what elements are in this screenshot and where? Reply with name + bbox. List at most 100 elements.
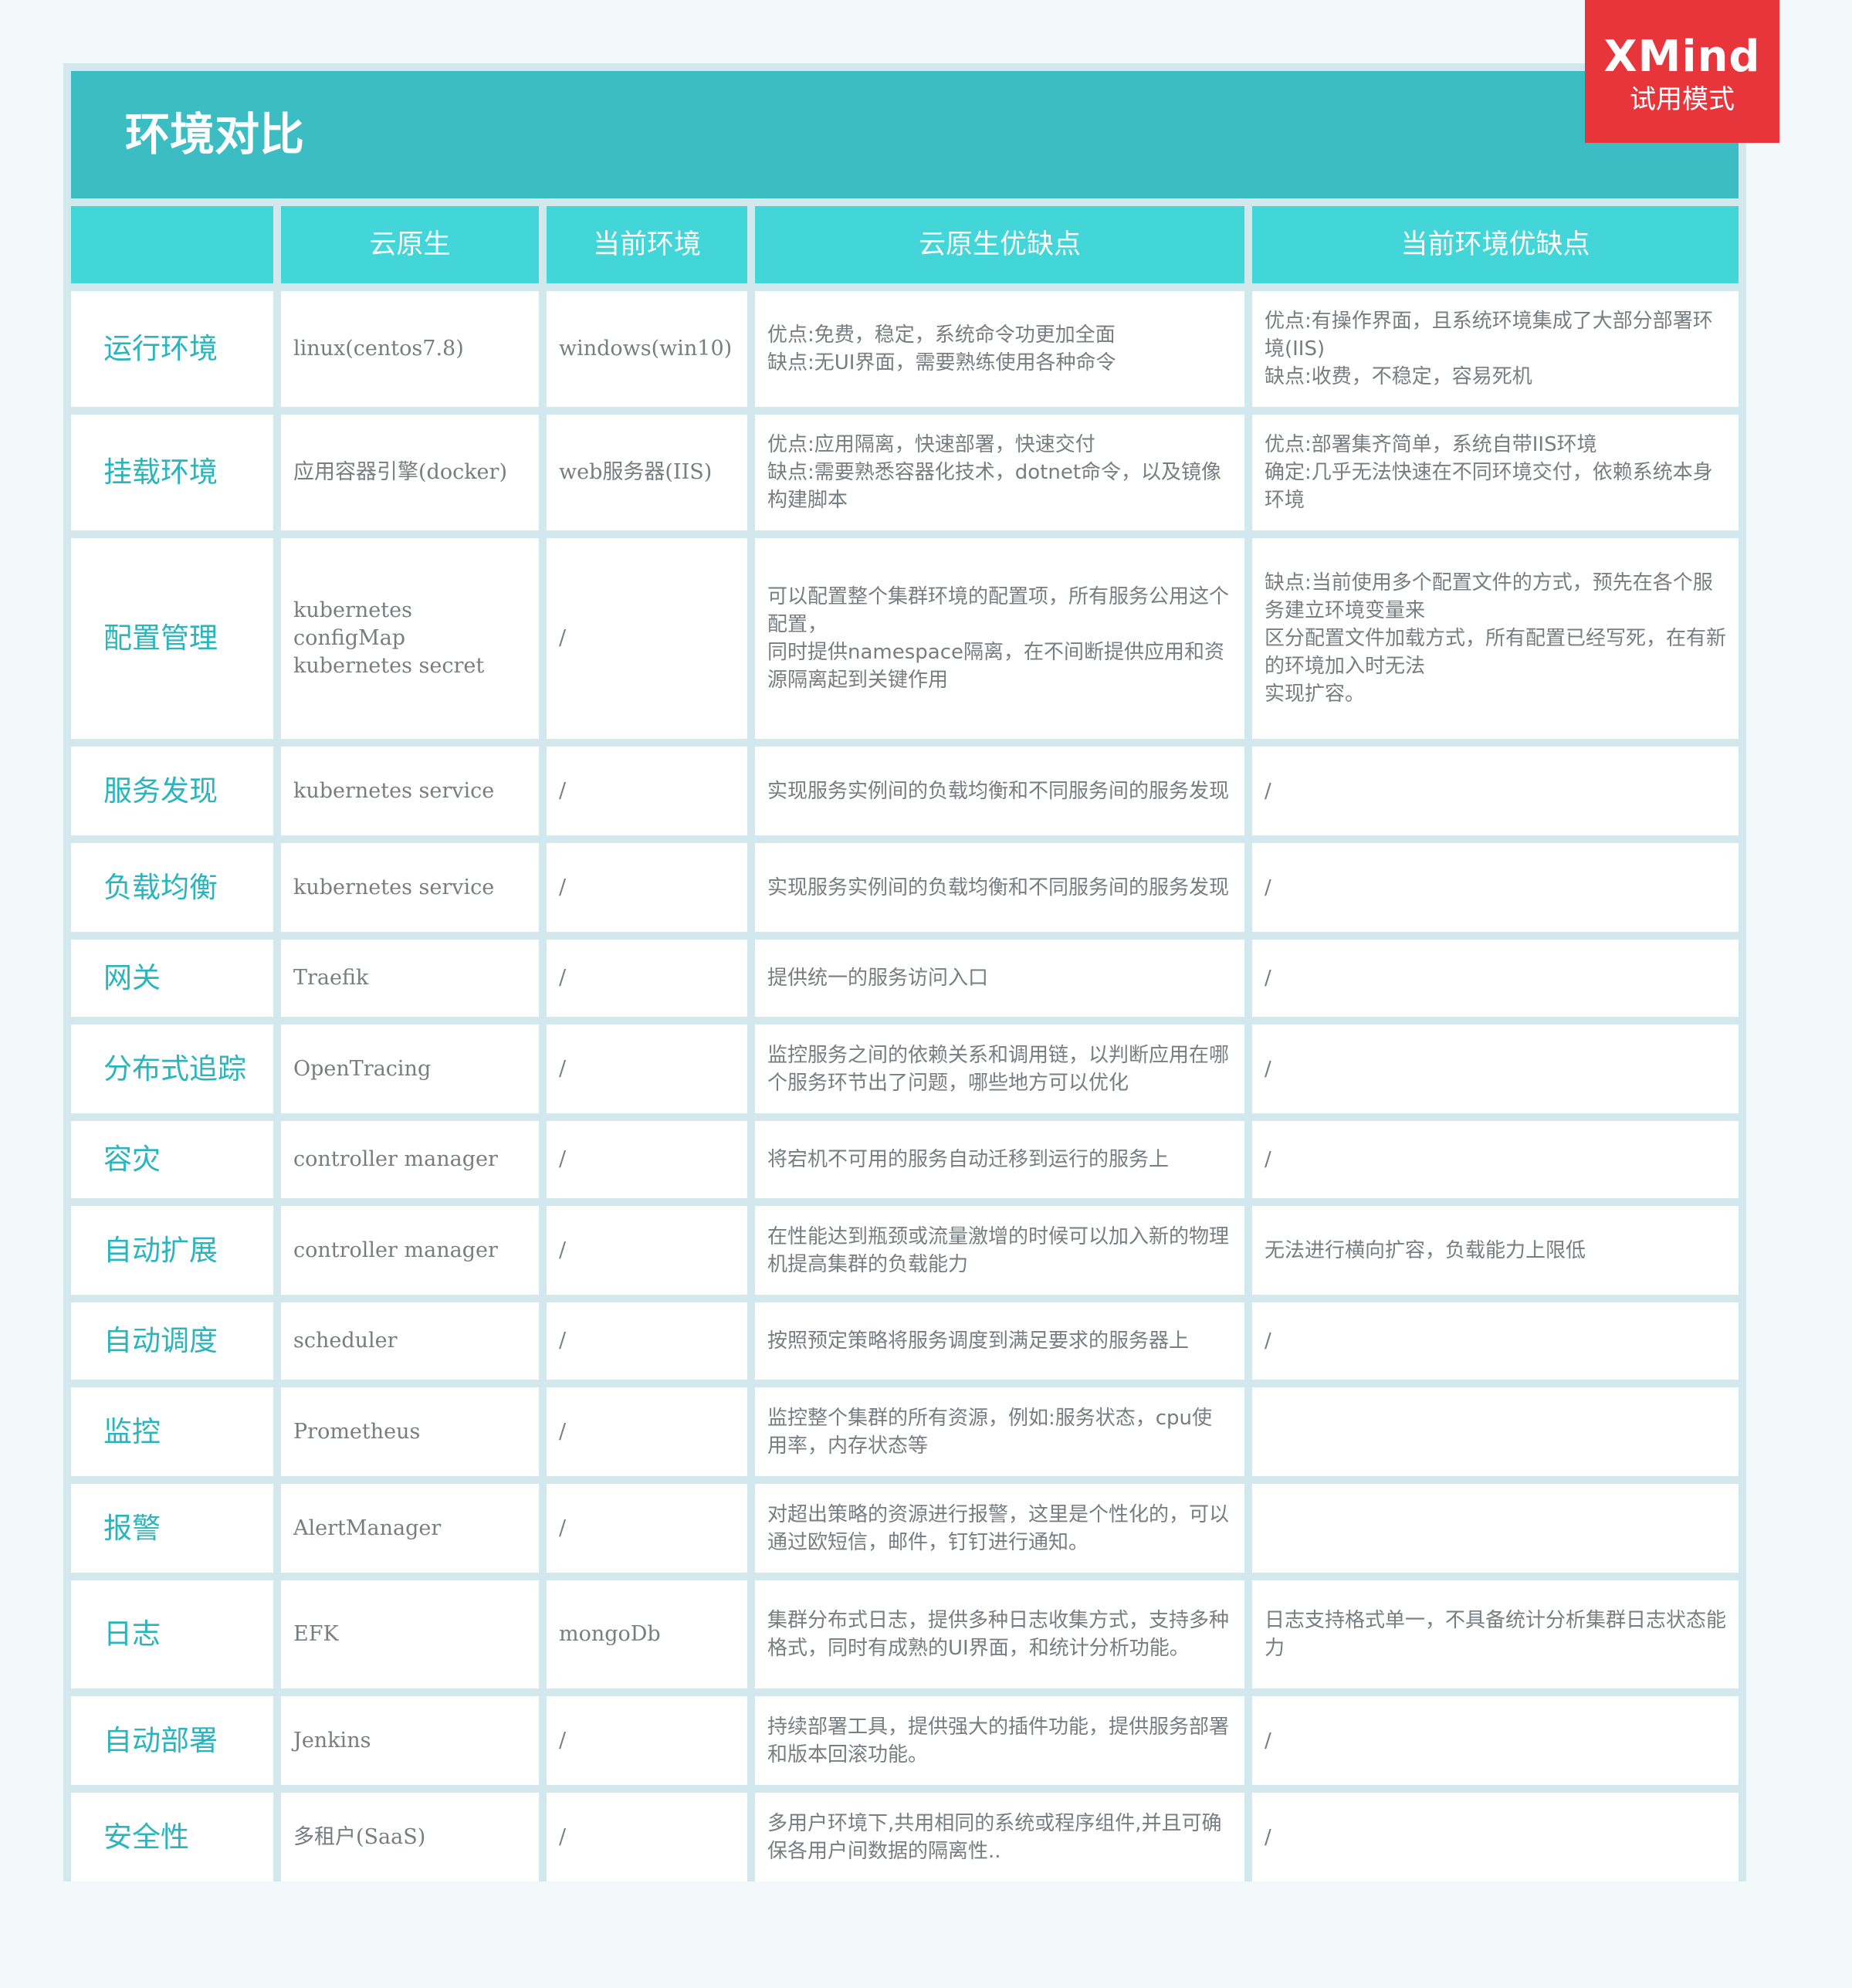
cell-text: 监控服务之间的依赖关系和调用链，以判断应用在哪个服务环节出了问题，哪些地方可以优… — [767, 1043, 1230, 1095]
current-env-cell: / — [547, 1206, 747, 1295]
current-env-pros-cons-cell — [1252, 1387, 1739, 1476]
current-env-cell: windows(win10) — [547, 291, 747, 407]
cloud-native-pros-cons-cell: 优点:免费，稳定，系统命令功更加全面 缺点:无UI界面，需要熟练使用各种命令 — [755, 291, 1244, 407]
current-env-pros-cons-cell: 无法进行横向扩容，负载能力上限低 — [1252, 1206, 1739, 1295]
page-title: 环境对比 — [125, 108, 305, 161]
cell-text: / — [559, 778, 567, 803]
current-env-cell: / — [547, 940, 747, 1017]
cell-text: / — [559, 626, 567, 650]
current-env-pros-cons-cell: / — [1252, 1302, 1739, 1380]
cell-text: controller manager — [293, 1238, 498, 1262]
cell-text: / — [559, 966, 567, 990]
row-label-text: 配置管理 — [103, 621, 218, 655]
current-env-cell: / — [547, 1387, 747, 1476]
cell-text: scheduler — [293, 1329, 398, 1353]
row-label-text: 服务发现 — [103, 774, 218, 808]
cloud-native-cell: linux(centos7.8) — [281, 291, 539, 407]
current-env-cell: / — [547, 843, 747, 932]
cell-text: 优点:免费，稳定，系统命令功更加全面 缺点:无UI界面，需要熟练使用各种命令 — [767, 323, 1116, 374]
cloud-native-cell: 多租户(SaaS) — [281, 1793, 539, 1881]
cell-text: Prometheus — [293, 1419, 421, 1444]
cloud-native-cell: 应用容器引擎(docker) — [281, 415, 539, 530]
cloud-native-cell: OpenTracing — [281, 1024, 539, 1113]
cell-text: Jenkins — [293, 1728, 371, 1753]
header-current-env: 当前环境 — [547, 206, 747, 283]
cell-text: / — [559, 1056, 567, 1081]
cell-text: 监控整个集群的所有资源，例如:服务状态，cpu使用率，内存状态等 — [767, 1406, 1213, 1458]
cloud-native-pros-cons-cell: 优点:应用隔离，快速部署，快速交付 缺点:需要熟悉容器化技术，dotnet命令，… — [755, 415, 1244, 530]
cell-text: / — [559, 1147, 567, 1171]
cell-text: 日志支持格式单一，不具备统计分析集群日志状态能力 — [1265, 1609, 1727, 1660]
row-label: 配置管理 — [71, 538, 273, 739]
cell-text: 多租户(SaaS) — [293, 1824, 426, 1849]
xmind-logo: XMind — [1603, 32, 1761, 82]
cell-text: 无法进行横向扩容，负载能力上限低 — [1265, 1238, 1586, 1262]
row-label: 自动扩展 — [71, 1206, 273, 1295]
cell-text: 优点:部署集齐简单，系统自带IIS环境 确定:几乎无法快速在不同环境交付，依赖系… — [1265, 433, 1713, 512]
cloud-native-cell: Jenkins — [281, 1696, 539, 1785]
row-label: 服务发现 — [71, 747, 273, 835]
cell-text: kubernetes configMap kubernetes secret — [293, 598, 485, 678]
comparison-grid: 云原生 当前环境 云原生优缺点 当前环境优缺点 运行环境 linux(centos… — [71, 206, 1739, 1881]
cell-text: 按照预定策略将服务调度到满足要求的服务器上 — [767, 1329, 1190, 1353]
cloud-native-cell: kubernetes service — [281, 747, 539, 835]
row-label-text: 运行环境 — [103, 332, 218, 365]
cell-text: 多用户环境下,共用相同的系统或程序组件,并且可确保各用户间数据的隔离性.. — [767, 1811, 1222, 1863]
cloud-native-cell: EFK — [281, 1580, 539, 1688]
cell-text: 集群分布式日志，提供多种日志收集方式，支持多种格式，同时有成熟的UI界面，和统计… — [767, 1609, 1230, 1660]
cloud-native-pros-cons-cell: 集群分布式日志，提供多种日志收集方式，支持多种格式，同时有成熟的UI界面，和统计… — [755, 1580, 1244, 1688]
row-label: 自动部署 — [71, 1696, 273, 1785]
cell-text: 将宕机不可用的服务自动迁移到运行的服务上 — [767, 1148, 1170, 1171]
current-env-pros-cons-cell: / — [1252, 1793, 1739, 1881]
cell-text: / — [1265, 1729, 1271, 1753]
row-label: 监控 — [71, 1387, 273, 1476]
cell-text: / — [1265, 1148, 1271, 1171]
cell-text: EFK — [293, 1622, 339, 1646]
cloud-native-pros-cons-cell: 实现服务实例间的负载均衡和不同服务间的服务发现 — [755, 747, 1244, 835]
cloud-native-cell: controller manager — [281, 1206, 539, 1295]
cell-text: / — [1265, 1057, 1271, 1081]
current-env-pros-cons-cell: 缺点:当前使用多个配置文件的方式，预先在各个服务建立环境变量来 区分配置文件加载… — [1252, 538, 1739, 739]
cell-text: kubernetes service — [293, 875, 495, 899]
current-env-pros-cons-cell: 日志支持格式单一，不具备统计分析集群日志状态能力 — [1252, 1580, 1739, 1688]
cloud-native-pros-cons-cell: 将宕机不可用的服务自动迁移到运行的服务上 — [755, 1121, 1244, 1198]
cell-text: 提供统一的服务访问入口 — [767, 967, 989, 990]
row-label-text: 自动调度 — [103, 1324, 218, 1357]
current-env-pros-cons-cell: / — [1252, 1024, 1739, 1113]
current-env-cell: / — [547, 1024, 747, 1113]
trial-mode-label: 试用模式 — [1630, 84, 1735, 115]
current-env-cell: / — [547, 747, 747, 835]
header-cloud-native: 云原生 — [281, 206, 539, 283]
cell-text: / — [559, 875, 567, 899]
current-env-pros-cons-cell: / — [1252, 1121, 1739, 1198]
title-bar: 环境对比 — [71, 71, 1739, 198]
row-label: 分布式追踪 — [71, 1024, 273, 1113]
cell-text: controller manager — [293, 1147, 498, 1171]
current-env-pros-cons-cell: / — [1252, 843, 1739, 932]
row-label-text: 安全性 — [103, 1820, 189, 1854]
cell-text: mongoDb — [559, 1622, 661, 1646]
row-label-text: 负载均衡 — [103, 870, 218, 904]
row-label: 运行环境 — [71, 291, 273, 407]
cell-text: Traefik — [293, 966, 369, 990]
current-env-cell: / — [547, 1302, 747, 1380]
cloud-native-pros-cons-cell: 监控整个集群的所有资源，例如:服务状态，cpu使用率，内存状态等 — [755, 1387, 1244, 1476]
cloud-native-pros-cons-cell: 按照预定策略将服务调度到满足要求的服务器上 — [755, 1302, 1244, 1380]
cell-text: / — [559, 1329, 567, 1353]
cell-text: / — [1265, 779, 1271, 803]
row-label-text: 自动部署 — [103, 1723, 218, 1757]
cell-text: 可以配置整个集群环境的配置项，所有服务公用这个配置， 同时提供namespace… — [767, 585, 1230, 692]
cell-text: 缺点:当前使用多个配置文件的方式，预先在各个服务建立环境变量来 区分配置文件加载… — [1265, 571, 1727, 706]
cell-text: 在性能达到瓶颈或流量激增的时候可以加入新的物理机提高集群的负载能力 — [767, 1224, 1230, 1276]
cell-text: / — [559, 1238, 567, 1262]
cell-text: AlertManager — [293, 1516, 442, 1540]
cell-text: / — [1265, 967, 1271, 990]
cloud-native-pros-cons-cell: 实现服务实例间的负载均衡和不同服务间的服务发现 — [755, 843, 1244, 932]
current-env-cell: / — [547, 1793, 747, 1881]
row-label: 自动调度 — [71, 1302, 273, 1380]
current-env-cell: / — [547, 1484, 747, 1573]
cell-text: / — [1265, 1825, 1271, 1849]
cloud-native-pros-cons-cell: 在性能达到瓶颈或流量激增的时候可以加入新的物理机提高集群的负载能力 — [755, 1206, 1244, 1295]
cell-text: 对超出策略的资源进行报警，这里是个性化的，可以通过欧短信，邮件，钉钉进行通知。 — [767, 1502, 1230, 1554]
cell-text: linux(centos7.8) — [293, 337, 464, 361]
